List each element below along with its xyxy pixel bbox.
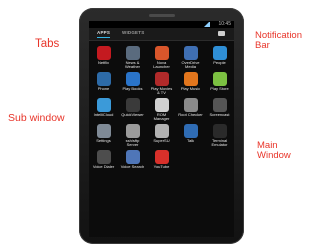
settings-icon — [96, 124, 111, 138]
app-voice-dialer[interactable]: Voice Dialer — [89, 148, 118, 174]
app-label: Talk — [186, 138, 195, 143]
app-label: QuickViewer — [121, 112, 144, 117]
netflix-icon — [96, 46, 111, 60]
signal-icon — [204, 22, 210, 27]
app-label: Netflix — [97, 60, 110, 65]
app-youtube[interactable]: YouTube — [147, 148, 176, 174]
status-time: 10:45 — [218, 21, 231, 27]
app-label: Nova Launcher — [153, 60, 170, 70]
app-label: Voice Dialer — [92, 164, 115, 169]
rom-manager-icon — [154, 98, 169, 112]
app-label: Screencast — [209, 112, 230, 117]
quickviewer-icon — [125, 98, 140, 112]
youtube-icon — [154, 150, 169, 164]
app-label: ROM Manager — [153, 112, 170, 122]
app-play-store[interactable]: Play Store — [205, 70, 234, 96]
annotation-tabs: Tabs — [35, 38, 60, 50]
app-label: People — [213, 60, 226, 65]
app-nova-launcher[interactable]: Nova Launcher — [147, 44, 176, 70]
app-news-weather[interactable]: News & Weather — [118, 44, 147, 70]
app-drawer-tabs: APPS WIDGETS — [89, 28, 234, 41]
app-voice-search[interactable]: Voice Search — [118, 148, 147, 174]
app-screencast[interactable]: Screencast — [205, 96, 234, 122]
app-intellicloud[interactable]: IntelliCloud — [89, 96, 118, 122]
app-overdrive[interactable]: OverDrive Media — [176, 44, 205, 70]
app-root-checker[interactable]: Root Checker — [176, 96, 205, 122]
people-icon — [212, 46, 227, 60]
app-label: Phone — [97, 86, 110, 91]
ssh-server-icon — [125, 124, 140, 138]
tab-apps[interactable]: APPS — [97, 30, 111, 38]
app-label: Play Music — [180, 86, 201, 91]
app-grid: Netflix News & Weather Nova Launcher OverDr… — [89, 44, 234, 174]
app-label: Play Movies & TV — [150, 86, 173, 96]
app-play-music[interactable]: Play Music — [176, 70, 205, 96]
app-phone[interactable]: Phone — [89, 70, 118, 96]
app-ssh-server[interactable]: ssh/sftp Server — [118, 122, 147, 148]
play-music-icon — [183, 72, 198, 86]
nova-launcher-icon — [154, 46, 169, 60]
app-label: Settings — [96, 138, 111, 143]
annotation-main-window: Main Window — [257, 140, 291, 161]
app-label: Root Checker — [178, 112, 203, 117]
terminal-icon — [212, 124, 227, 138]
talk-icon — [183, 124, 198, 138]
app-label: Voice Search — [120, 164, 145, 169]
app-label: IntelliCloud — [93, 112, 114, 117]
speaker-grille — [149, 14, 175, 17]
phone-icon — [96, 72, 111, 86]
phone-screen: 10:45 APPS WIDGETS Netflix News & Weather… — [89, 21, 234, 237]
app-label: Play Store — [210, 86, 229, 91]
app-settings[interactable]: Settings — [89, 122, 118, 148]
app-talk[interactable]: Talk — [176, 122, 205, 148]
annotation-sub-window: Sub window — [8, 112, 65, 124]
app-label: Play Books — [122, 86, 143, 91]
play-books-icon — [125, 72, 140, 86]
play-movies-icon — [154, 72, 169, 86]
news-weather-icon — [125, 46, 140, 60]
app-supersu[interactable]: SuperSU — [147, 122, 176, 148]
app-play-movies[interactable]: Play Movies & TV — [147, 70, 176, 96]
app-label: News & Weather — [124, 60, 141, 70]
root-checker-icon — [183, 98, 198, 112]
notification-bar[interactable]: 10:45 — [89, 21, 234, 28]
app-label: OverDrive Media — [181, 60, 200, 70]
tab-widgets[interactable]: WIDGETS — [122, 30, 144, 35]
app-label: Terminal Emulator — [211, 138, 228, 148]
app-label: SuperSU — [153, 138, 170, 143]
voice-search-icon — [125, 150, 140, 164]
voice-dialer-icon — [96, 150, 111, 164]
intellicloud-icon — [96, 98, 111, 112]
app-people[interactable]: People — [205, 44, 234, 70]
app-netflix[interactable]: Netflix — [89, 44, 118, 70]
app-quickviewer[interactable]: QuickViewer — [118, 96, 147, 122]
play-store-icon — [212, 72, 227, 86]
screencast-icon — [212, 98, 227, 112]
app-play-books[interactable]: Play Books — [118, 70, 147, 96]
app-label: YouTube — [153, 164, 170, 169]
app-terminal[interactable]: Terminal Emulator — [205, 122, 234, 148]
app-rom-manager[interactable]: ROM Manager — [147, 96, 176, 122]
supersu-icon — [154, 124, 169, 138]
nav-bar — [89, 230, 234, 238]
overdrive-icon — [183, 46, 198, 60]
store-icon[interactable] — [218, 31, 225, 36]
app-label: ssh/sftp Server — [125, 138, 140, 148]
annotation-notification-bar: Notification Bar — [255, 30, 302, 51]
